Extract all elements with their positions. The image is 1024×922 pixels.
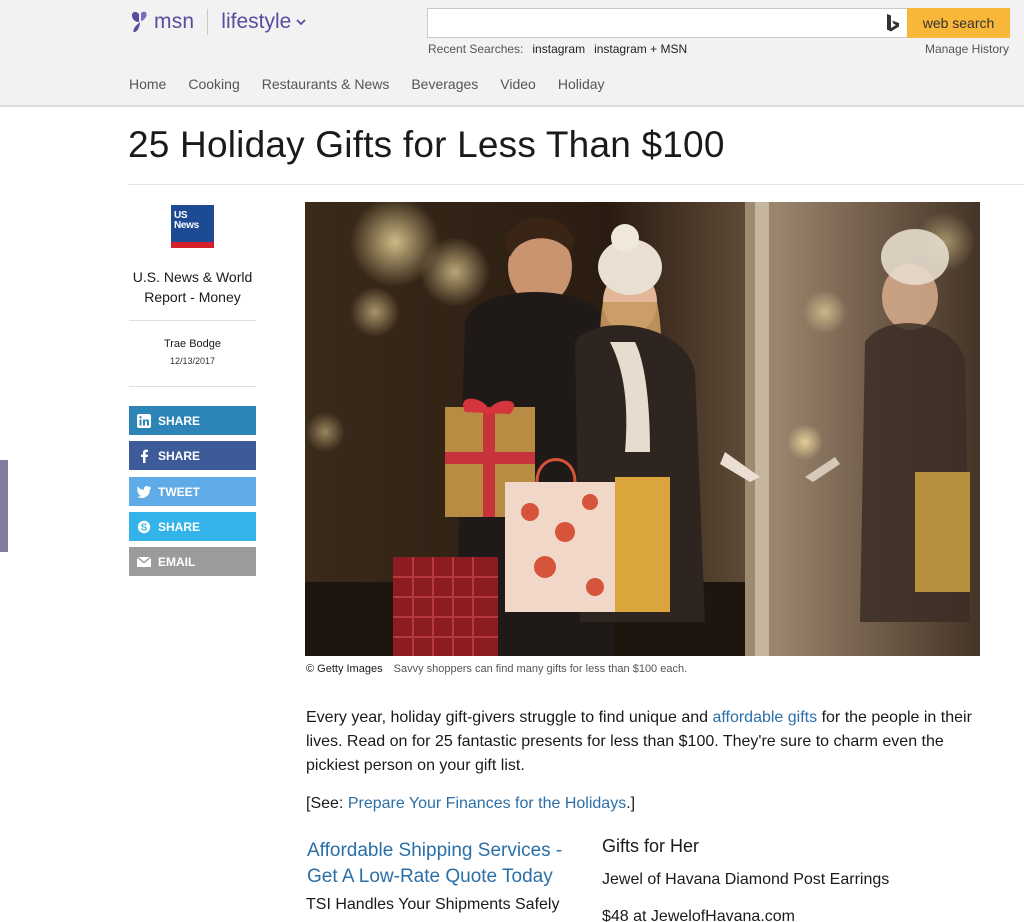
article-title: 25 Holiday Gifts for Less Than $100 <box>128 124 725 165</box>
image-caption-text: Savvy shoppers can find many gifts for l… <box>393 663 688 675</box>
skype-share-button[interactable]: S SHARE <box>129 512 256 541</box>
search-input[interactable] <box>428 9 878 37</box>
side-feedback-tab[interactable] <box>0 460 8 552</box>
facebook-share-button[interactable]: SHARE <box>129 441 256 470</box>
share-label: TWEET <box>158 484 200 499</box>
nav-item-home[interactable]: Home <box>129 76 166 92</box>
image-credit: © Getty Images <box>306 663 383 675</box>
section-dropdown-label[interactable]: lifestyle <box>221 10 291 34</box>
recent-searches-label: Recent Searches: <box>428 42 524 56</box>
rail-divider <box>129 320 256 321</box>
twitter-icon <box>137 485 151 499</box>
see-suffix: .] <box>626 795 636 812</box>
see-also: [See: Prepare Your Finances for the Holi… <box>306 795 635 813</box>
top-header: msn lifestyle web search Recent Searches… <box>0 0 1024 107</box>
web-search-button[interactable]: web search <box>907 8 1010 38</box>
share-label: SHARE <box>158 413 201 428</box>
svg-text:S: S <box>141 522 148 533</box>
recent-searches: Recent Searches: instagram instagram + M… <box>428 42 687 56</box>
share-label: SHARE <box>158 519 201 534</box>
holiday-shoppers-photo <box>305 202 980 656</box>
see-prefix: [See: <box>306 795 348 812</box>
rail-divider <box>129 386 256 387</box>
hero-image <box>305 202 980 656</box>
nav-item-cooking[interactable]: Cooking <box>188 76 239 92</box>
ad-description: TSI Handles Your Shipments Safely <box>306 896 560 913</box>
manage-history-link[interactable]: Manage History <box>925 42 1009 56</box>
publish-date: 12/13/2017 <box>169 356 216 366</box>
twitter-share-button[interactable]: TWEET <box>129 477 256 506</box>
gift-item-name: Jewel of Havana Diamond Post Earrings <box>602 871 890 888</box>
affordable-gifts-link[interactable]: affordable gifts <box>712 709 817 726</box>
title-divider <box>128 184 1024 185</box>
butterfly-icon <box>131 11 147 33</box>
envelope-icon <box>137 555 151 569</box>
email-share-button[interactable]: EMAIL <box>129 547 256 576</box>
linkedin-icon <box>137 413 151 428</box>
intro-text: Every year, holiday gift-givers struggle… <box>306 709 713 726</box>
logo-divider <box>207 9 209 35</box>
recent-search-term[interactable]: instagram <box>532 42 585 56</box>
nav-item-beverages[interactable]: Beverages <box>411 76 478 92</box>
skype-icon: S <box>137 520 151 534</box>
ad-headline-link[interactable]: Affordable Shipping Services - Get A Low… <box>307 838 577 890</box>
chevron-down-icon[interactable] <box>296 17 306 27</box>
nav-item-restaurants-news[interactable]: Restaurants & News <box>262 76 390 92</box>
nav-item-video[interactable]: Video <box>500 76 536 92</box>
msn-wordmark: msn <box>154 10 195 33</box>
source-name[interactable]: U.S. News & World Report - Money <box>129 267 256 307</box>
source-logo-text: US News <box>174 210 199 231</box>
source-logo-stripe <box>171 242 214 248</box>
recent-search-term[interactable]: instagram + MSN <box>594 42 687 56</box>
author-name: Trae Bodge <box>163 338 222 350</box>
gift-item-price: $48 at JewelofHavana.com <box>602 908 795 922</box>
linkedin-share-button[interactable]: SHARE <box>129 406 256 435</box>
section-nav: Home Cooking Restaurants & News Beverage… <box>129 76 605 92</box>
section-heading: Gifts for Her <box>602 836 700 856</box>
image-caption: © Getty Images Savvy shoppers can find m… <box>306 663 687 675</box>
source-logo[interactable]: US News <box>171 205 214 248</box>
prepare-finances-link[interactable]: Prepare Your Finances for the Holidays <box>348 795 626 812</box>
share-label: SHARE <box>158 448 201 463</box>
bing-icon <box>887 14 899 32</box>
search-box: web search <box>427 8 1010 38</box>
facebook-icon <box>137 449 151 463</box>
msn-logo[interactable]: msn lifestyle <box>130 9 306 35</box>
share-label: EMAIL <box>158 554 196 569</box>
nav-item-holiday[interactable]: Holiday <box>558 76 605 92</box>
article-intro: Every year, holiday gift-givers struggle… <box>306 706 978 778</box>
